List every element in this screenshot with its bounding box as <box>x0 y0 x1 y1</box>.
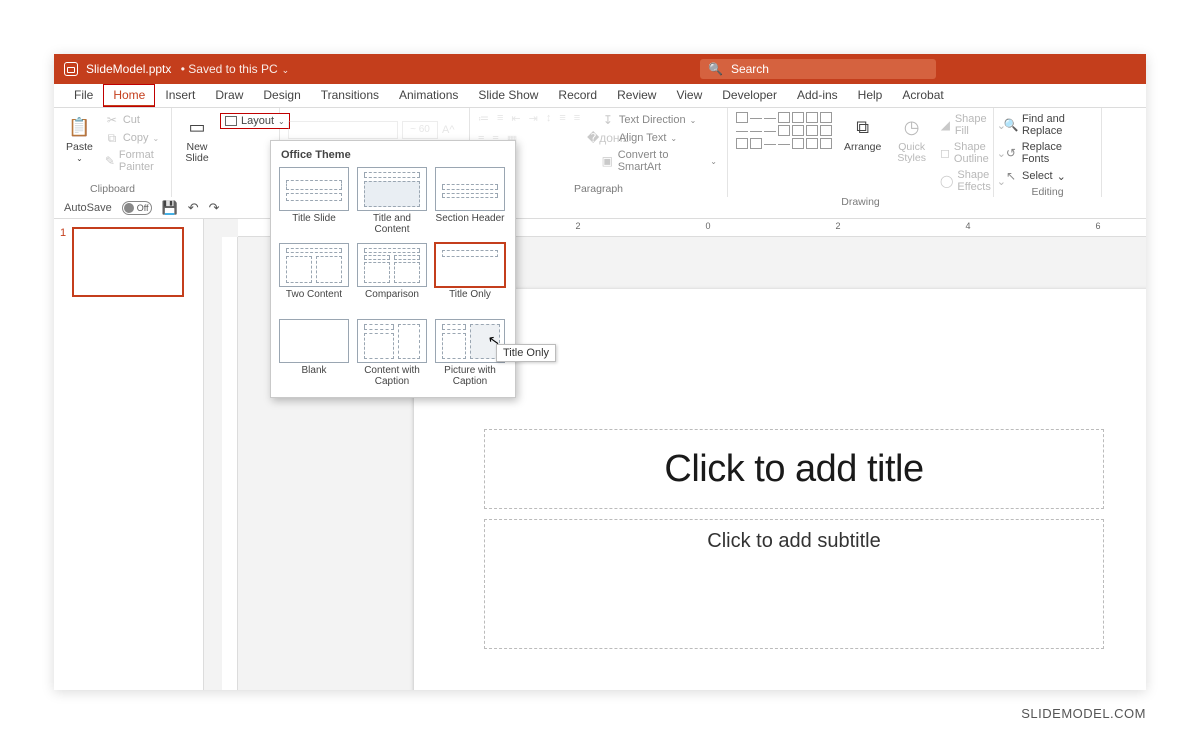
tab-review[interactable]: Review <box>607 84 666 107</box>
layout-option-title-only[interactable]: Title Only <box>433 241 507 313</box>
tab-developer[interactable]: Developer <box>712 84 787 107</box>
new-slide-icon: ▭ <box>184 114 210 140</box>
find-replace-button[interactable]: 🔍Find and Replace <box>1002 112 1093 138</box>
undo-icon[interactable]: ↶ <box>188 200 199 216</box>
tab-view[interactable]: View <box>666 84 712 107</box>
watermark-label: SLIDEMODEL.COM <box>1021 706 1146 721</box>
ribbon-tabs: FileHomeInsertDrawDesignTransitionsAnima… <box>54 84 1146 108</box>
paintbrush-icon: ✎ <box>105 154 115 168</box>
tab-draw[interactable]: Draw <box>205 84 253 107</box>
slide-thumbnail[interactable] <box>72 227 184 297</box>
clipboard-icon: 📋 <box>66 114 92 140</box>
group-clipboard: 📋 Paste⌄ ✂Cut ⧉Copy ⌄ ✎Format Painter Cl… <box>54 108 172 197</box>
layout-gallery: Office Theme Title SlideTitle and Conten… <box>270 140 516 398</box>
cut-button[interactable]: ✂Cut <box>103 112 163 128</box>
tab-add-ins[interactable]: Add-ins <box>787 84 848 107</box>
select-button[interactable]: ↖Select ⌄ <box>1002 168 1093 184</box>
convert-smartart-button[interactable]: ▣Convert to SmartArt ⌄ <box>599 148 719 174</box>
workspace: 1 6420246 Click to add title Click to ad… <box>54 219 1146 690</box>
tab-record[interactable]: Record <box>548 84 607 107</box>
copy-icon: ⧉ <box>105 131 119 145</box>
layout-option-blank[interactable]: Blank <box>277 317 351 389</box>
slide-thumbnails-panel: 1 <box>54 219 204 690</box>
new-slide-button[interactable]: ▭ New Slide <box>180 112 214 166</box>
quick-styles-icon: ◷ <box>899 114 925 140</box>
powerpoint-icon <box>64 62 78 76</box>
vertical-ruler <box>222 237 238 690</box>
layout-option-section-header[interactable]: Section Header <box>433 165 507 237</box>
layout-option-comparison[interactable]: Comparison <box>355 241 429 313</box>
effects-icon: ◯ <box>940 174 953 188</box>
replace-fonts-button[interactable]: ↺Replace Fonts <box>1002 140 1093 166</box>
slide-number: 1 <box>60 227 68 297</box>
fill-icon: ◢ <box>940 118 951 132</box>
layout-option-title-and-content[interactable]: Title and Content <box>355 165 429 237</box>
paste-button[interactable]: 📋 Paste⌄ <box>62 112 97 166</box>
smartart-icon: ▣ <box>601 154 614 168</box>
layout-tooltip: Title Only <box>496 344 556 362</box>
quick-styles-button[interactable]: ◷Quick Styles <box>893 112 930 166</box>
tab-animations[interactable]: Animations <box>389 84 468 107</box>
layout-option-content-with-caption[interactable]: Content with Caption <box>355 317 429 389</box>
format-painter-button[interactable]: ✎Format Painter <box>103 148 163 174</box>
title-bar: SlideModel.pptx • Saved to this PC⌄ 🔍 Se… <box>54 54 1146 84</box>
gallery-header: Office Theme <box>277 147 509 165</box>
redo-icon[interactable]: ↷ <box>209 200 220 216</box>
copy-button[interactable]: ⧉Copy ⌄ <box>103 130 163 146</box>
tab-design[interactable]: Design <box>253 84 310 107</box>
tab-transitions[interactable]: Transitions <box>311 84 389 107</box>
group-editing: 🔍Find and Replace ↺Replace Fonts ↖Select… <box>994 108 1102 197</box>
align-text-icon: �донız <box>601 131 615 145</box>
tab-slide-show[interactable]: Slide Show <box>468 84 548 107</box>
layout-option-two-content[interactable]: Two Content <box>277 241 351 313</box>
group-slides: ▭ New Slide Layout⌄ <box>172 108 280 197</box>
tab-file[interactable]: File <box>64 84 103 107</box>
layout-icon <box>225 116 237 126</box>
save-status[interactable]: • Saved to this PC⌄ <box>177 62 289 76</box>
tab-insert[interactable]: Insert <box>155 84 205 107</box>
ribbon: 📋 Paste⌄ ✂Cut ⧉Copy ⌄ ✎Format Painter Cl… <box>54 108 1146 197</box>
tab-acrobat[interactable]: Acrobat <box>892 84 953 107</box>
arrange-icon: ⧉ <box>850 114 876 140</box>
subtitle-placeholder[interactable]: Click to add subtitle <box>484 519 1104 649</box>
shapes-gallery[interactable] <box>736 112 832 149</box>
select-icon: ↖ <box>1004 169 1018 183</box>
search-icon: 🔍 <box>708 62 723 76</box>
save-icon[interactable]: 💾 <box>162 200 178 216</box>
find-icon: 🔍 <box>1004 118 1018 132</box>
autosave-label: AutoSave <box>64 202 112 214</box>
outline-icon: ◻ <box>940 146 950 160</box>
search-input[interactable]: 🔍 Search <box>700 59 936 79</box>
document-filename[interactable]: SlideModel.pptx <box>86 62 171 76</box>
layout-option-title-slide[interactable]: Title Slide <box>277 165 351 237</box>
autosave-toggle[interactable]: Off <box>122 201 152 215</box>
app-window: SlideModel.pptx • Saved to this PC⌄ 🔍 Se… <box>54 54 1146 690</box>
scissors-icon: ✂ <box>105 113 119 127</box>
tab-home[interactable]: Home <box>103 84 155 107</box>
group-drawing: ⧉Arrange ◷Quick Styles ◢Shape Fill ⌄ ◻Sh… <box>728 108 994 197</box>
replace-icon: ↺ <box>1004 146 1018 160</box>
text-direction-icon: ↧ <box>601 113 615 127</box>
title-placeholder[interactable]: Click to add title <box>484 429 1104 509</box>
align-text-button[interactable]: �донızAlign Text ⌄ <box>599 130 719 146</box>
arrange-button[interactable]: ⧉Arrange <box>840 112 885 155</box>
text-direction-button[interactable]: ↧Text Direction ⌄ <box>599 112 719 128</box>
tab-help[interactable]: Help <box>848 84 893 107</box>
